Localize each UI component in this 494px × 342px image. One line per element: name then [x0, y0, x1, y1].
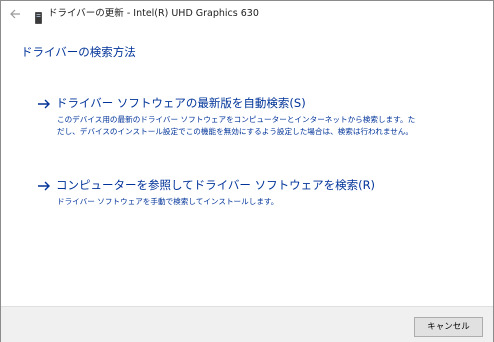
cancel-button[interactable]: キャンセル [414, 317, 483, 337]
right-arrow-icon [37, 178, 51, 192]
window-title: ドライバーの更新 - Intel(R) UHD Graphics 630 [48, 8, 259, 19]
display-adapter-icon [35, 9, 42, 24]
update-driver-dialog: ドライバーの更新 - Intel(R) UHD Graphics 630 ドライ… [0, 0, 494, 342]
back-arrow-icon[interactable] [9, 6, 23, 22]
right-arrow-icon [37, 96, 51, 110]
browse-computer-title[interactable]: コンピューターを参照してドライバー ソフトウェアを検索(R) [56, 178, 375, 192]
dialog-footer: キャンセル [1, 306, 493, 342]
page-title: ドライバーの検索方法 [21, 45, 136, 59]
auto-search-description: このデバイス用の最新のドライバー ソフトウェアをコンピューターとインターネットか… [57, 115, 416, 136]
auto-search-title[interactable]: ドライバー ソフトウェアの最新版を自動検索(S) [56, 96, 306, 110]
browse-computer-description: ドライバー ソフトウェアを手動で検索してインストールします。 [57, 197, 279, 206]
title-bar: ドライバーの更新 - Intel(R) UHD Graphics 630 [1, 1, 493, 29]
